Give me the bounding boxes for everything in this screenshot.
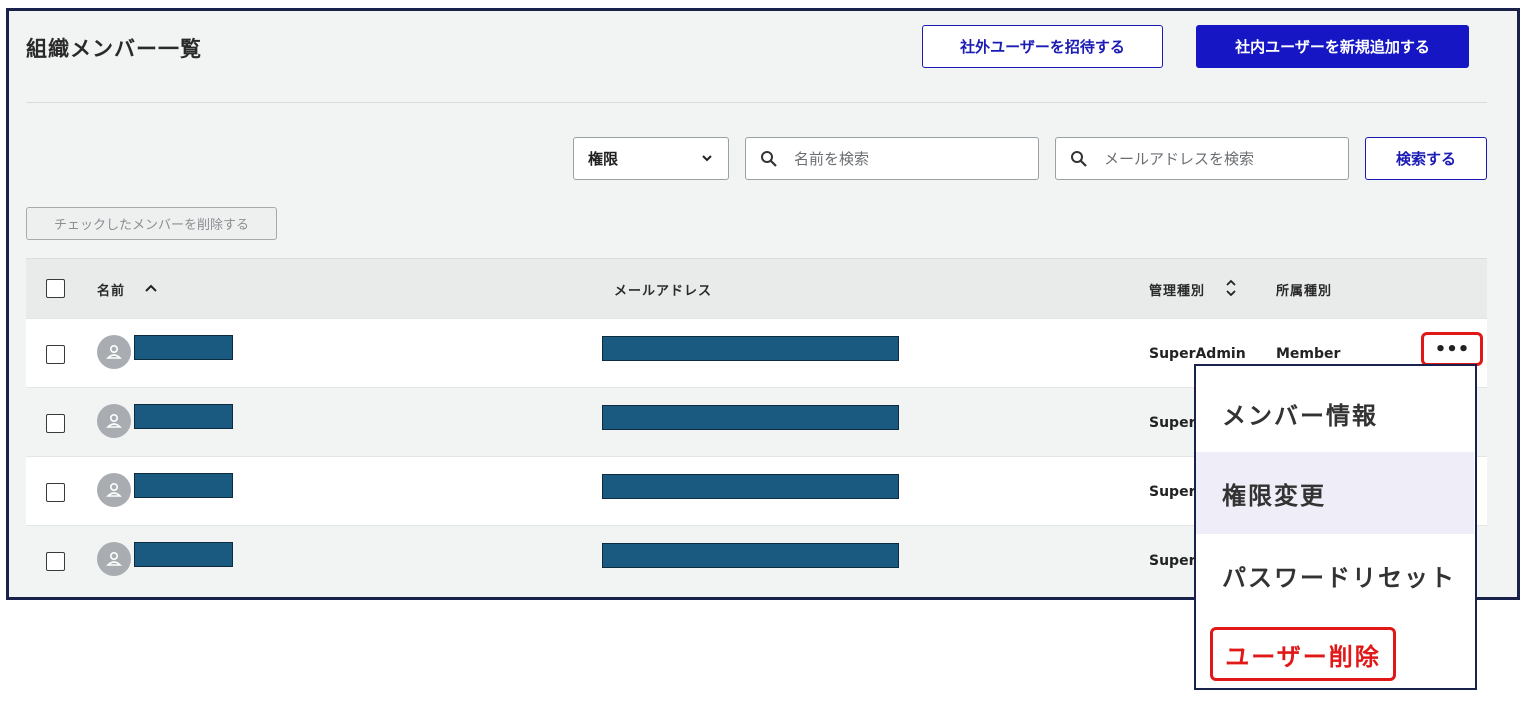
column-header-email: メールアドレス [614,284,713,299]
row-checkbox[interactable] [46,345,65,364]
column-header-affiliation: 所属種別 [1276,284,1333,299]
redacted-email [602,405,899,430]
menu-item-member-info[interactable]: メンバー情報 [1196,372,1474,454]
row-actions-menu: メンバー情報 権限変更 パスワードリセット ユーザー削除 [1194,364,1477,690]
chevron-up-icon[interactable] [144,282,158,294]
user-icon [106,413,122,428]
redacted-email [602,336,899,361]
header-divider [26,102,1487,103]
redacted-name [134,473,233,498]
user-icon [106,551,122,566]
redacted-email [602,543,899,568]
search-icon [1071,151,1087,167]
menu-item-password-reset[interactable]: パスワードリセット [1196,534,1474,616]
redacted-name [134,335,233,360]
admin-type-cell: SuperAdmin [1149,346,1246,362]
name-search-input[interactable] [794,146,1024,172]
avatar [97,335,131,369]
redacted-email [602,474,899,499]
sort-updown-icon[interactable] [1224,276,1238,300]
invite-external-user-button[interactable]: 社外ユーザーを招待する [922,25,1163,68]
user-icon [106,344,122,359]
table-header: 名前 メールアドレス 管理種別 所属種別 [26,258,1487,318]
column-header-admin-type[interactable]: 管理種別 [1149,280,1205,299]
column-header-name[interactable]: 名前 [97,280,125,299]
avatar [97,404,131,438]
page-title: 組織メンバー一覧 [26,37,202,61]
role-filter-value: 権限 [588,150,619,168]
avatar [97,473,131,507]
row-checkbox[interactable] [46,414,65,433]
role-filter-select[interactable]: 権限 [573,137,729,180]
add-internal-user-button[interactable]: 社内ユーザーを新規追加する [1196,25,1469,68]
email-search-field[interactable] [1055,137,1349,180]
menu-item-change-permission[interactable]: 権限変更 [1196,452,1474,534]
more-actions-button[interactable]: ••• [1421,332,1483,366]
avatar [97,542,131,576]
menu-item-delete-user[interactable]: ユーザー削除 [1210,627,1396,681]
email-search-input[interactable] [1104,146,1334,172]
search-button[interactable]: 検索する [1365,137,1487,180]
search-icon [761,151,777,167]
row-checkbox[interactable] [46,483,65,502]
redacted-name [134,542,233,567]
row-checkbox[interactable] [46,552,65,571]
user-icon [106,482,122,497]
affiliation-cell: Member [1276,346,1341,362]
select-all-checkbox[interactable] [46,279,65,298]
name-search-field[interactable] [745,137,1039,180]
delete-checked-members-button[interactable]: チェックしたメンバーを削除する [26,207,277,240]
chevron-down-icon [702,155,712,162]
redacted-name [134,404,233,429]
